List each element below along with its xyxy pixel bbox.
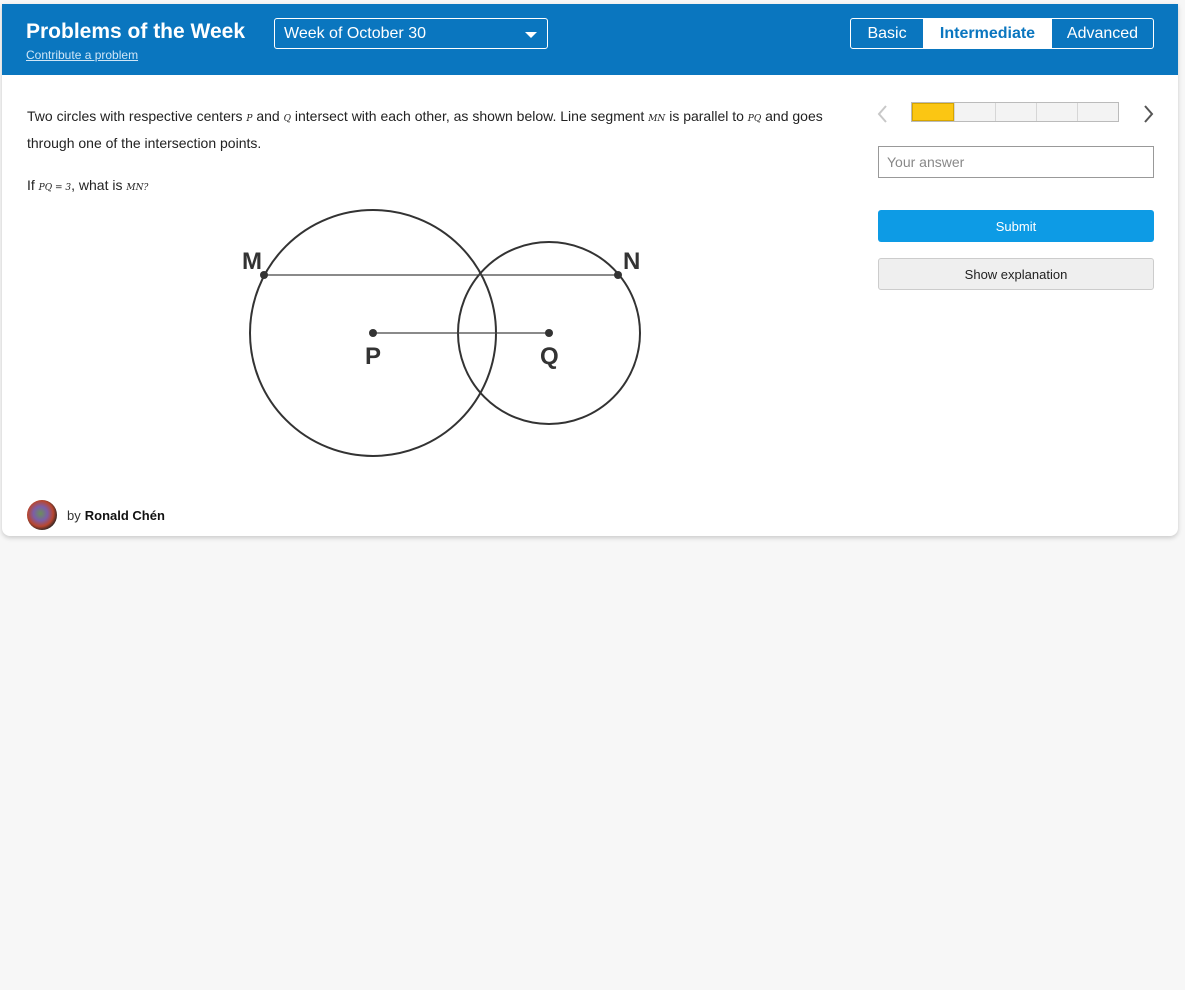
math-var-pq: PQ <box>747 114 762 124</box>
label-p: P <box>365 343 381 370</box>
point-n <box>614 271 622 279</box>
problem-text: Two circles with respective centers P an… <box>27 108 823 151</box>
week-select[interactable]: Week of October 30 <box>274 18 548 49</box>
show-explanation-button[interactable]: Show explanation <box>878 258 1154 290</box>
answer-input[interactable] <box>878 146 1154 178</box>
progress-segment[interactable] <box>954 103 995 121</box>
chevron-down-icon <box>525 32 537 38</box>
level-tabs: Basic Intermediate Advanced <box>850 18 1154 49</box>
math-var-q: Q <box>283 114 291 124</box>
math-var-mn: MN <box>648 114 666 124</box>
submit-button[interactable]: Submit <box>878 210 1154 242</box>
progress-segment[interactable] <box>995 103 1036 121</box>
problem-question: If PQ = 3, what is MN? <box>27 177 149 193</box>
tab-basic[interactable]: Basic <box>851 19 923 48</box>
tab-advanced[interactable]: Advanced <box>1051 19 1153 48</box>
contribute-link[interactable]: Contribute a problem <box>26 48 138 62</box>
problem-statement: Two circles with respective centers P an… <box>27 104 837 200</box>
point-p <box>369 329 377 337</box>
label-m: M <box>242 248 262 275</box>
math-var-mn-question: MN? <box>126 183 149 193</box>
math-equation: PQ = 3 <box>38 183 72 193</box>
header-bar: Problems of the Week Contribute a proble… <box>2 4 1178 75</box>
week-select-value: Week of October 30 <box>284 25 426 42</box>
tab-intermediate[interactable]: Intermediate <box>923 19 1051 48</box>
circles-diagram: M N P Q <box>242 209 641 457</box>
progress-segment[interactable] <box>1036 103 1077 121</box>
problem-card: Problems of the Week Contribute a proble… <box>2 4 1178 536</box>
label-q: Q <box>540 343 559 370</box>
page-title: Problems of the Week <box>26 20 246 43</box>
author-credit: by Ronald Chén <box>27 500 165 530</box>
progress-segment[interactable] <box>912 103 954 121</box>
point-q <box>545 329 553 337</box>
progress-segment[interactable] <box>1077 103 1118 121</box>
author-name[interactable]: Ronald Chén <box>85 508 165 523</box>
label-n: N <box>623 248 640 275</box>
problem-progress <box>911 102 1119 122</box>
author-by-label: by <box>67 507 81 523</box>
avatar[interactable] <box>27 500 57 530</box>
chevron-left-icon[interactable] <box>875 104 891 124</box>
chevron-right-icon[interactable] <box>1140 104 1156 124</box>
